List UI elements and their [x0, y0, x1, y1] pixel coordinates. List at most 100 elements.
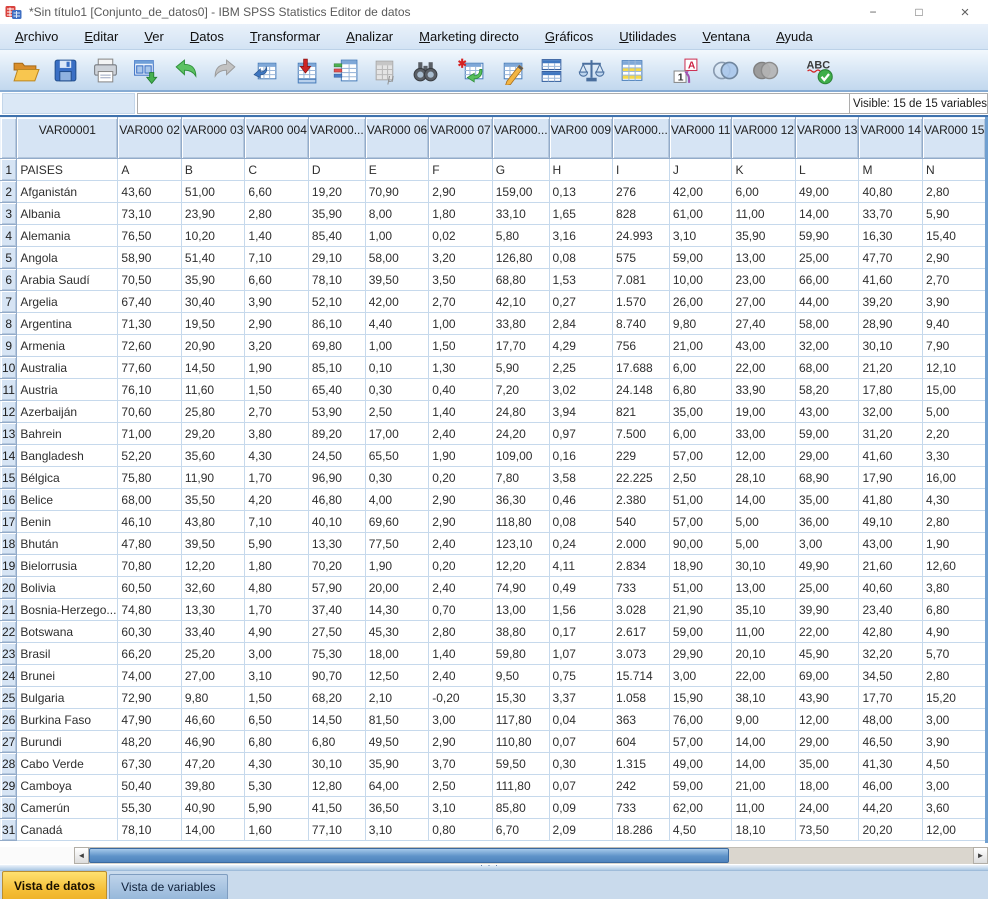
cell[interactable]: 64,00 — [365, 775, 429, 797]
cell[interactable]: 35,90 — [308, 203, 365, 225]
cell[interactable]: 3,00 — [922, 775, 986, 797]
cell[interactable]: 73,50 — [795, 819, 859, 841]
column-header-var00007[interactable]: VAR000 07 — [429, 118, 493, 159]
cell[interactable]: 57,00 — [669, 511, 732, 533]
cell[interactable]: 49,90 — [795, 555, 859, 577]
column-header-var00015[interactable]: VAR000 15 — [922, 118, 986, 159]
cell[interactable]: 58,20 — [795, 379, 859, 401]
cell[interactable]: 9,50 — [492, 665, 549, 687]
cell[interactable]: 15,20 — [922, 687, 986, 709]
cell[interactable]: 2,09 — [549, 819, 613, 841]
cell[interactable]: 3,90 — [922, 731, 986, 753]
cell[interactable]: 2.834 — [613, 555, 670, 577]
cell[interactable]: 6,50 — [245, 709, 309, 731]
cell[interactable]: 46,10 — [118, 511, 182, 533]
cell[interactable]: 13,00 — [492, 599, 549, 621]
cell[interactable]: 60,50 — [118, 577, 182, 599]
cell[interactable]: 1,07 — [549, 643, 613, 665]
cell[interactable]: 1,00 — [365, 335, 429, 357]
cell[interactable]: 3,10 — [365, 819, 429, 841]
maximize-icon[interactable]: □ — [896, 0, 942, 24]
cell[interactable]: Albania — [17, 203, 118, 225]
cell[interactable]: 15,30 — [492, 687, 549, 709]
cell[interactable]: 6,00 — [669, 423, 732, 445]
cell[interactable]: 38,80 — [492, 621, 549, 643]
tab-vista-de-variables[interactable]: Vista de variables — [109, 874, 228, 899]
cell[interactable]: 2,50 — [669, 467, 732, 489]
cell[interactable]: 68,00 — [795, 357, 859, 379]
cell[interactable]: 2,70 — [429, 291, 493, 313]
cell[interactable]: 0,13 — [549, 181, 613, 203]
cell[interactable]: 2.380 — [613, 489, 670, 511]
cell[interactable]: 51,00 — [669, 489, 732, 511]
cell[interactable]: 17,70 — [859, 687, 923, 709]
cell[interactable]: 3,94 — [549, 401, 613, 423]
cell[interactable]: 26,00 — [669, 291, 732, 313]
cell[interactable]: 2,40 — [429, 533, 493, 555]
row-header-13[interactable]: 13 — [1, 423, 17, 445]
menu-marketing-directo[interactable]: Marketing directo — [406, 25, 532, 49]
cell[interactable]: 3,80 — [245, 423, 309, 445]
cell[interactable]: 59,00 — [669, 247, 732, 269]
cell[interactable]: 12,10 — [922, 357, 986, 379]
row-header-6[interactable]: 6 — [1, 269, 17, 291]
cell[interactable]: 46,50 — [859, 731, 923, 753]
cell[interactable]: 5,70 — [922, 643, 986, 665]
cell[interactable]: Austria — [17, 379, 118, 401]
cell[interactable]: 57,00 — [669, 445, 732, 467]
cell[interactable]: 17.688 — [613, 357, 670, 379]
cell[interactable]: 18,00 — [795, 775, 859, 797]
row-header-17[interactable]: 17 — [1, 511, 17, 533]
cell[interactable]: 5,90 — [245, 797, 309, 819]
cell[interactable]: 42,10 — [492, 291, 549, 313]
cell[interactable]: 2,50 — [365, 401, 429, 423]
cell[interactable]: 0,49 — [549, 577, 613, 599]
cell[interactable]: 21,00 — [732, 775, 796, 797]
cell[interactable]: 61,00 — [669, 203, 732, 225]
cell[interactable]: 2,80 — [922, 511, 986, 533]
cell[interactable]: 76,10 — [118, 379, 182, 401]
cell[interactable]: 38,10 — [732, 687, 796, 709]
row-header-18[interactable]: 18 — [1, 533, 17, 555]
cell[interactable]: Bahrein — [17, 423, 118, 445]
cell[interactable]: 65,50 — [365, 445, 429, 467]
cell[interactable]: 49,50 — [365, 731, 429, 753]
cell[interactable]: 58,90 — [118, 247, 182, 269]
cell[interactable]: 36,50 — [365, 797, 429, 819]
cell[interactable]: 2,80 — [245, 203, 309, 225]
cell[interactable]: 42,00 — [365, 291, 429, 313]
row-header-4[interactable]: 4 — [1, 225, 17, 247]
cell[interactable]: A — [118, 159, 182, 181]
cell[interactable]: 47,90 — [118, 709, 182, 731]
cell[interactable]: 75,80 — [118, 467, 182, 489]
row-header-11[interactable]: 11 — [1, 379, 17, 401]
cell[interactable]: 49,10 — [859, 511, 923, 533]
cell[interactable]: 2,40 — [429, 665, 493, 687]
cell[interactable]: 29,00 — [795, 445, 859, 467]
cell[interactable]: 27,00 — [732, 291, 796, 313]
cell[interactable]: 10,00 — [669, 269, 732, 291]
cell[interactable]: 68,20 — [308, 687, 365, 709]
cell[interactable]: 34,50 — [859, 665, 923, 687]
cell[interactable]: 20,90 — [181, 335, 245, 357]
cell[interactable]: 4,00 — [365, 489, 429, 511]
cell[interactable]: B — [181, 159, 245, 181]
column-header-var00010[interactable]: VAR000... — [613, 118, 670, 159]
cell[interactable]: 1,90 — [429, 445, 493, 467]
cell[interactable]: 74,00 — [118, 665, 182, 687]
cell[interactable]: 1,50 — [245, 379, 309, 401]
cell[interactable]: 1,40 — [429, 643, 493, 665]
cell[interactable]: K — [732, 159, 796, 181]
row-header-30[interactable]: 30 — [1, 797, 17, 819]
cell[interactable]: 1,90 — [922, 533, 986, 555]
cell[interactable]: 30,10 — [308, 753, 365, 775]
cell[interactable]: 43,60 — [118, 181, 182, 203]
cell[interactable]: 3,80 — [922, 577, 986, 599]
cell[interactable]: 68,00 — [118, 489, 182, 511]
cell[interactable]: Alemania — [17, 225, 118, 247]
cell[interactable]: 6,80 — [245, 731, 309, 753]
cell[interactable]: Arabia Saudí — [17, 269, 118, 291]
cell[interactable]: 0,30 — [365, 379, 429, 401]
cell[interactable]: 12,80 — [308, 775, 365, 797]
cell[interactable]: 47,20 — [181, 753, 245, 775]
